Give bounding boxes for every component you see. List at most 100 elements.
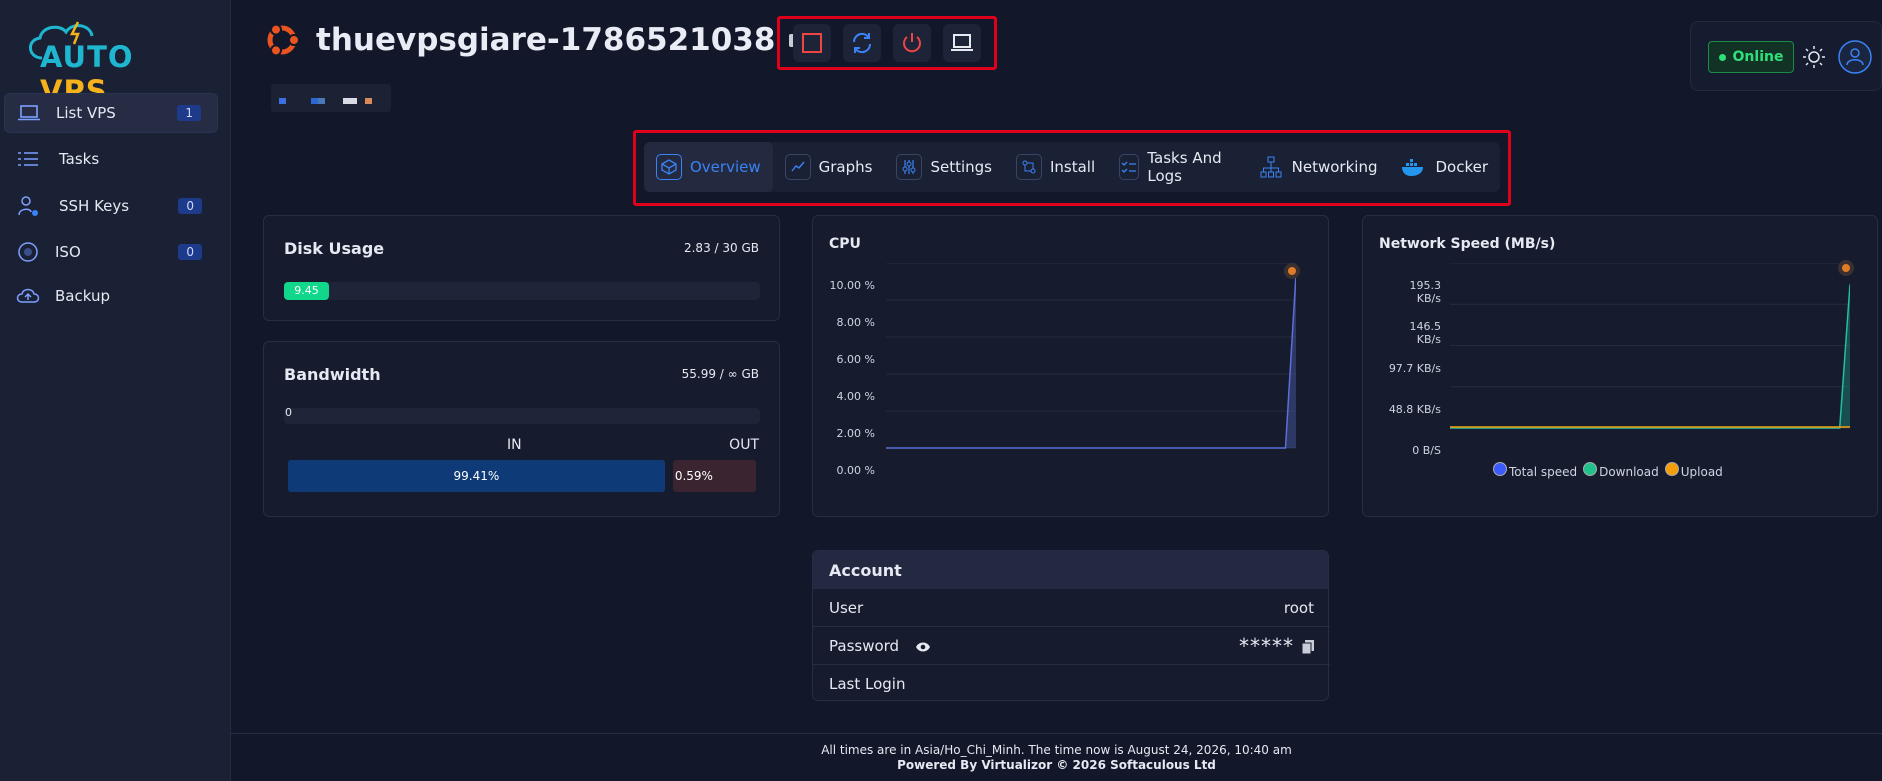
legend-download[interactable]: Download [1583, 462, 1659, 479]
sidebar-item-label: Backup [55, 287, 110, 305]
y-tick-label: 146.5 KB/s [1409, 320, 1442, 347]
network-icon [1258, 154, 1284, 180]
bandwidth-title: Bandwidth [284, 365, 381, 384]
count-badge: 0 [178, 198, 202, 214]
account-row-last-login: Last Login [813, 665, 1330, 703]
account-row-password: Password ***** [813, 627, 1330, 665]
password-value: ***** [1239, 634, 1294, 658]
tab-docker[interactable]: Docker [1389, 142, 1500, 192]
y-tick-label: 8.00 % [836, 316, 875, 329]
stop-icon [802, 33, 822, 53]
restart-button[interactable] [843, 24, 881, 62]
ip-address-box[interactable] [271, 84, 391, 112]
user-value: root [1283, 599, 1314, 617]
sidebar-item-iso[interactable]: ISO 0 [4, 232, 218, 272]
cpu-chart [886, 263, 1296, 449]
out-label: OUT [729, 437, 759, 453]
legend-total-speed[interactable]: Total speed [1493, 462, 1577, 479]
install-icon [1015, 154, 1042, 180]
poweroff-button[interactable] [893, 24, 931, 62]
user-avatar-icon[interactable] [1837, 39, 1873, 75]
eye-icon[interactable] [915, 641, 931, 653]
powered-by-text: Powered By Virtualizor © 2026 Softaculou… [897, 758, 1216, 772]
chart-legend: Total speed Download Upload [1493, 462, 1723, 479]
console-button[interactable] [943, 24, 981, 62]
bandwidth-progress-value: 0 [285, 406, 292, 419]
checklist-icon [1119, 154, 1140, 180]
series-line [1450, 284, 1850, 429]
network-speed-chart [1450, 263, 1850, 429]
last-login-label: Last Login [829, 675, 906, 693]
disk-progress-fill: 9.45 [284, 282, 329, 300]
sidebar: AUTO VPS List VPS 1 Tasks SSH Keys 0 ISO… [0, 0, 231, 781]
stop-button[interactable] [793, 24, 831, 62]
sidebar-item-label: List VPS [56, 104, 116, 122]
tab-settings[interactable]: Settings [884, 142, 1004, 192]
legend-upload[interactable]: Upload [1664, 462, 1723, 479]
disk-usage-card: Disk Usage 2.83 / 30 GB 9.45 [263, 215, 780, 321]
sidebar-item-tasks[interactable]: Tasks [4, 139, 218, 179]
tabs-container: Overview Graphs Settings Install Tasks A… [633, 130, 1511, 206]
vps-title-row: thuevpsgiare-1786521038 [262, 20, 809, 60]
refresh-icon [852, 32, 872, 54]
y-tick-label: 0.00 % [836, 464, 875, 477]
sidebar-item-list-vps[interactable]: List VPS 1 [4, 93, 218, 133]
account-card: Account User root Password ***** Last Lo… [812, 550, 1330, 703]
logo-text-auto: AUTO [40, 40, 134, 74]
y-tick-label: 195.3 KB/s [1409, 279, 1442, 305]
list-icon [16, 148, 40, 170]
y-tick-label: 48.8 KB/s [1388, 402, 1441, 416]
footer: All times are in Asia/Ho_Chi_Minh. The t… [231, 733, 1882, 781]
tab-install[interactable]: Install [1004, 142, 1107, 192]
account-title: Account [829, 561, 902, 580]
power-icon [903, 33, 921, 53]
chart-marker [1838, 260, 1854, 276]
disk-usage-value: 2.83 / 30 GB [683, 241, 759, 255]
docker-icon [1401, 154, 1427, 180]
user-key-icon [16, 195, 40, 217]
status-panel: Online [1690, 21, 1882, 91]
bandwidth-progress-bar: 0 [284, 406, 760, 424]
cpu-card: CPU 10.00 % 8.00 % 6.00 % 4.00 % 2.00 % 0.00 … [812, 215, 1329, 517]
in-label: IN [507, 437, 522, 453]
vps-name: thuevpsgiare-1786521038 [316, 22, 776, 58]
sidebar-item-label: Tasks [59, 150, 100, 168]
cube-icon [656, 154, 682, 180]
tab-overview[interactable]: Overview [644, 142, 773, 192]
user-label: User [829, 599, 864, 617]
series-area [1450, 284, 1850, 428]
count-badge: 0 [178, 244, 202, 260]
autovps-logo[interactable]: AUTO VPS [20, 18, 210, 108]
tab-tasks-and-logs[interactable]: Tasks And Logs [1107, 142, 1246, 192]
sliders-icon [896, 154, 923, 180]
laptop-icon [951, 34, 973, 51]
laptop-icon [17, 102, 41, 124]
password-label: Password [829, 637, 900, 655]
network-speed-card: Network Speed (MB/s) 195.3 KB/s 146.5 KB/… [1362, 215, 1878, 517]
status-badge: Online [1708, 41, 1794, 73]
sidebar-item-ssh-keys[interactable]: SSH Keys 0 [4, 186, 218, 226]
y-tick-label: 0 B/S [1412, 444, 1441, 457]
sidebar-item-label: ISO [55, 243, 81, 261]
out-bar: 0.59% [672, 460, 756, 492]
y-tick-label: 2.00 % [836, 427, 875, 440]
power-controls [777, 16, 997, 70]
y-tick-label: 10.00 % [829, 279, 875, 292]
account-header: Account [813, 551, 1328, 589]
chart-marker [1284, 263, 1300, 279]
cpu-title: CPU [829, 236, 861, 252]
bandwidth-value: 55.99 / ∞ GB [681, 367, 759, 381]
sun-icon[interactable] [1802, 45, 1826, 69]
in-out-split-bar: 99.41% 0.59% [288, 460, 756, 492]
timezone-text: All times are in Asia/Ho_Chi_Minh. The t… [821, 743, 1292, 757]
disk-progress-bar: 9.45 [284, 282, 760, 300]
tab-networking[interactable]: Networking [1246, 142, 1390, 192]
y-tick-label: 6.00 % [836, 353, 875, 366]
tab-graphs[interactable]: Graphs [773, 142, 885, 192]
count-badge: 1 [177, 105, 201, 121]
disc-icon [16, 241, 40, 263]
in-bar: 99.41% [288, 460, 665, 492]
chart-line-icon [784, 154, 811, 180]
copy-icon[interactable] [1302, 640, 1314, 654]
sidebar-item-backup[interactable]: Backup [4, 276, 218, 316]
